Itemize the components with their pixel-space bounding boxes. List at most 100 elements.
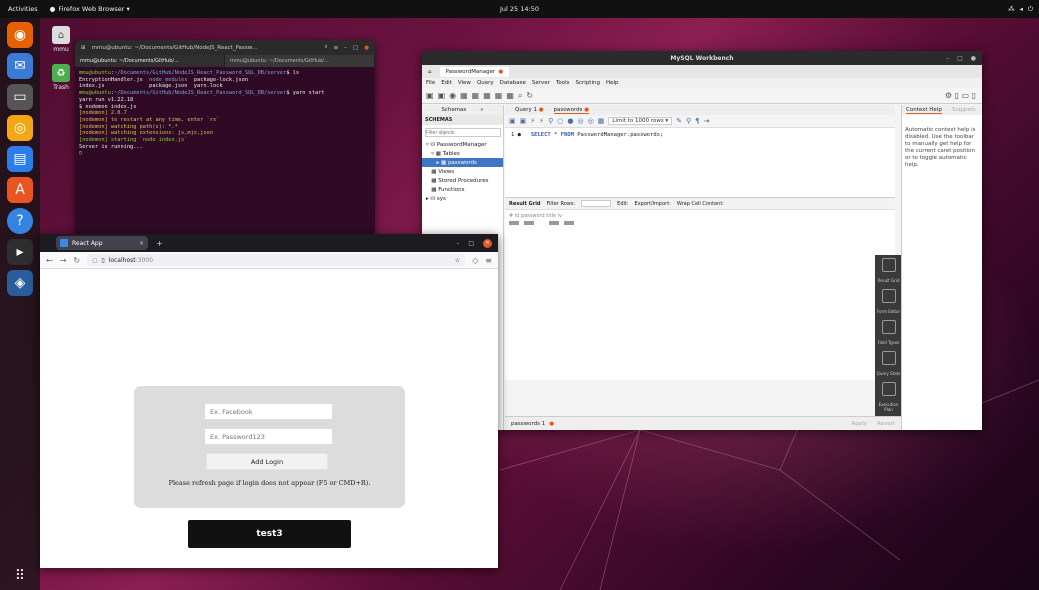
- firefox-launcher-icon[interactable]: ◉: [7, 22, 33, 48]
- close-icon[interactable]: ✕: [483, 238, 492, 248]
- mysql-workbench-window[interactable]: MySQL Workbench – □ ● ⌂ PasswordManager …: [422, 51, 982, 430]
- find-icon[interactable]: ⚲: [686, 117, 691, 125]
- pocket-icon[interactable]: ◇: [472, 256, 478, 265]
- filter-rows-input[interactable]: [581, 200, 612, 207]
- menu-query[interactable]: Query: [477, 80, 494, 86]
- close-tab-icon[interactable]: ●: [539, 107, 544, 113]
- minimize-icon[interactable]: –: [344, 45, 347, 51]
- collapse-icon[interactable]: »: [480, 107, 483, 113]
- close-tab-icon[interactable]: ●: [498, 69, 503, 75]
- menu-help[interactable]: Help: [606, 80, 619, 86]
- invisible-chars-icon[interactable]: ¶: [695, 117, 699, 125]
- home-icon[interactable]: ⌂: [428, 69, 432, 75]
- maximize-icon[interactable]: □: [353, 45, 358, 51]
- result-grid[interactable]: # id password title iv: [505, 210, 895, 380]
- trash-icon[interactable]: ♻ Trash: [46, 64, 76, 91]
- schema-tree-item[interactable]: ▸ ▦ passwords: [422, 158, 503, 167]
- terminal-icon[interactable]: ▸: [7, 239, 33, 265]
- add-login-button[interactable]: Add Login: [206, 453, 328, 470]
- create-schema-icon[interactable]: ▦: [460, 91, 468, 100]
- new-sql-tab-icon[interactable]: ▣: [426, 91, 434, 100]
- stop-icon[interactable]: ○: [557, 117, 563, 125]
- search-table-icon[interactable]: ⌕: [518, 91, 522, 101]
- connection-tab[interactable]: PasswordManager ●: [439, 66, 510, 77]
- tab-passwords[interactable]: passwords ●: [553, 107, 590, 114]
- close-tab-icon[interactable]: ✕: [139, 240, 144, 247]
- autocommit-icon[interactable]: ▦: [598, 117, 605, 125]
- terminal-tab-2[interactable]: mmu@ubuntu: ~/Documents/GitHub/...: [225, 55, 375, 67]
- output-tab-passwords-1[interactable]: passwords 1: [511, 421, 545, 427]
- activities-button[interactable]: Activities: [0, 5, 46, 13]
- tab-react-app[interactable]: React App ✕: [56, 236, 148, 250]
- minimize-icon[interactable]: –: [946, 55, 949, 62]
- bookmark-star-icon[interactable]: ☆: [455, 257, 460, 264]
- url-bar[interactable]: ◌ ▯ localhost:3000 ☆: [87, 254, 466, 266]
- firefox-tabbar[interactable]: React App ✕ + – □ ✕: [40, 234, 498, 252]
- stop-on-error-icon[interactable]: ●: [567, 117, 573, 125]
- menu-edit[interactable]: Edit: [441, 80, 452, 86]
- writer-icon[interactable]: ▤: [7, 146, 33, 172]
- schema-tree-item[interactable]: ▦ Functions: [422, 185, 503, 194]
- layout-toggle-icons[interactable]: ⚙ ▯ ▭ ▯: [945, 91, 976, 100]
- back-icon[interactable]: ←: [46, 256, 53, 265]
- password-input[interactable]: [204, 428, 333, 445]
- rhythmbox-icon[interactable]: ◎: [7, 115, 33, 141]
- execute-icon[interactable]: ⚡: [530, 117, 535, 125]
- password-item-button[interactable]: test3: [188, 520, 351, 548]
- apply-button[interactable]: Apply: [851, 421, 867, 427]
- inspector-icon[interactable]: ◉: [449, 91, 456, 100]
- sql-editor[interactable]: 1 ● SELECT * FROM PasswordManager.passwo…: [505, 128, 895, 198]
- create-view-icon[interactable]: ▦: [483, 91, 491, 100]
- execution-plan-icon[interactable]: [881, 382, 896, 396]
- tab-query-1[interactable]: Query 1 ●: [515, 107, 544, 113]
- new-tab-icon[interactable]: +: [156, 239, 163, 248]
- firefox-window[interactable]: React App ✕ + – □ ✕ ← → ↻ ◌ ▯ localhost:…: [40, 234, 498, 568]
- close-tab-icon[interactable]: ●: [584, 107, 589, 113]
- open-file-icon[interactable]: ▣: [509, 117, 516, 125]
- clock[interactable]: Jul 25 14:50: [500, 5, 539, 13]
- query-stats-icon[interactable]: [881, 351, 896, 365]
- terminal-tab-1[interactable]: mmu@ubuntu: ~/Documents/GitHub/...: [75, 55, 225, 67]
- menu-server[interactable]: Server: [532, 80, 550, 86]
- minimize-icon[interactable]: –: [456, 240, 459, 247]
- terminal-output[interactable]: mmu@ubuntu:~/Documents/GitHub/NodeJS_Rea…: [75, 67, 375, 160]
- create-procedure-icon[interactable]: ▦: [495, 91, 503, 100]
- system-tray[interactable]: ⁂ ◂ ⏻: [1008, 5, 1033, 14]
- result-grid-label[interactable]: Result Grid: [509, 201, 540, 207]
- files-icon[interactable]: ▭: [7, 84, 33, 110]
- maximize-icon[interactable]: □: [957, 55, 963, 62]
- save-icon[interactable]: ▣: [520, 117, 527, 125]
- explain-icon[interactable]: ⚲: [548, 117, 553, 125]
- form-editor-icon[interactable]: [881, 289, 896, 303]
- beautify-icon[interactable]: ✎: [676, 117, 682, 125]
- wrap-icon[interactable]: ⇥: [704, 117, 710, 125]
- reload-icon[interactable]: ↻: [73, 256, 80, 265]
- terminal-window[interactable]: ⊞ mmu@ubuntu: ~/Documents/GitHub/NodeJS_…: [75, 40, 375, 234]
- mysql-workbench-icon[interactable]: ◈: [7, 270, 33, 296]
- wrap-cell-label[interactable]: Wrap Cell Content:: [677, 201, 724, 207]
- help-icon[interactable]: ?: [7, 208, 33, 234]
- close-tab-icon[interactable]: ●: [549, 421, 554, 427]
- terminal-titlebar[interactable]: ⊞ mmu@ubuntu: ~/Documents/GitHub/NodeJS_…: [75, 40, 375, 55]
- menu-view[interactable]: View: [458, 80, 471, 86]
- home-folder-icon[interactable]: ⌂ mmu: [46, 26, 76, 53]
- software-icon[interactable]: A: [7, 177, 33, 203]
- schema-tree-item[interactable]: ▦ Views: [422, 167, 503, 176]
- menu-tools[interactable]: Tools: [556, 80, 570, 86]
- website-input[interactable]: [204, 403, 333, 420]
- schema-tree-item[interactable]: ▸ ⛁ sys: [422, 194, 503, 203]
- reconnect-icon[interactable]: ↻: [526, 91, 533, 100]
- thunderbird-icon[interactable]: ✉: [7, 53, 33, 79]
- filter-objects-input[interactable]: [425, 128, 501, 137]
- rollback-icon[interactable]: ◎: [588, 117, 594, 125]
- schema-tree-item[interactable]: ▿ ⛁ PasswordManager: [422, 140, 503, 149]
- forward-icon[interactable]: →: [60, 256, 67, 265]
- create-function-icon[interactable]: ▦: [506, 91, 514, 100]
- revert-button[interactable]: Revert: [877, 421, 895, 427]
- terminal-new-tab-icon[interactable]: ⊞: [81, 45, 86, 51]
- workbench-titlebar[interactable]: MySQL Workbench – □ ●: [422, 51, 982, 65]
- field-types-icon[interactable]: [881, 320, 896, 334]
- menu-icon[interactable]: ≡: [485, 256, 492, 265]
- tab-snippets[interactable]: Snippets: [952, 107, 976, 113]
- menu-file[interactable]: File: [426, 80, 435, 86]
